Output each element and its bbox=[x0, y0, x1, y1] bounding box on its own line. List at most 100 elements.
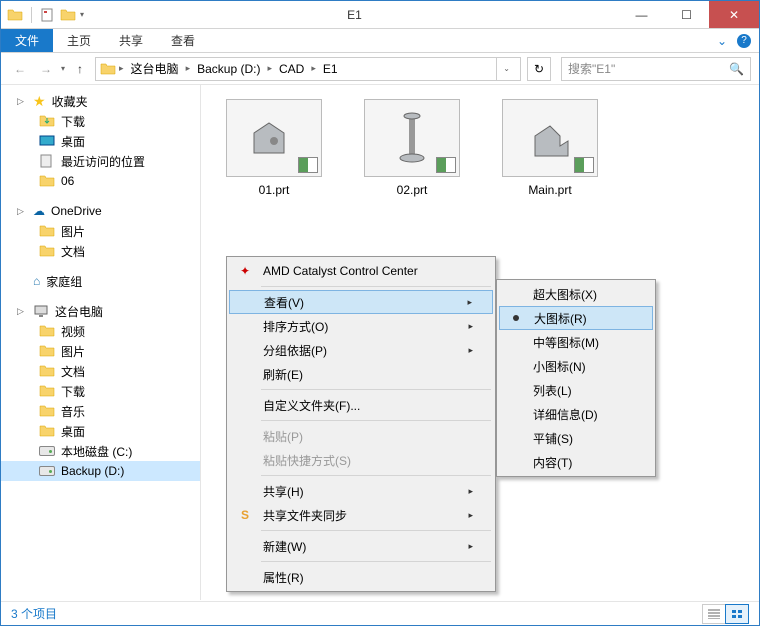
back-button[interactable]: ← bbox=[9, 58, 31, 80]
view-toggle bbox=[703, 604, 749, 624]
tab-share[interactable]: 共享 bbox=[105, 29, 157, 52]
file-grid: 01.prt 02.prt Main.prt bbox=[219, 99, 741, 197]
chevron-right-icon[interactable]: ▸ bbox=[264, 63, 275, 74]
menu-item-new[interactable]: 新建(W)▸ bbox=[229, 534, 493, 558]
breadcrumb-item[interactable]: 这台电脑 bbox=[127, 60, 183, 77]
breadcrumb[interactable]: ▸ 这台电脑 ▸ Backup (D:) ▸ CAD ▸ E1 ⌄ bbox=[95, 57, 521, 81]
file-item[interactable]: 02.prt bbox=[357, 99, 467, 197]
folder-icon bbox=[39, 243, 55, 259]
sidebar-item-videos[interactable]: 视频 bbox=[1, 321, 200, 341]
star-icon: ★ bbox=[33, 93, 46, 110]
search-placeholder: 搜索"E1" bbox=[568, 60, 615, 77]
sidebar-homegroup[interactable]: ⌂家庭组 bbox=[1, 271, 200, 291]
help-icon[interactable]: ? bbox=[737, 34, 751, 48]
sidebar-item-06[interactable]: 06 bbox=[1, 171, 200, 191]
folder-icon bbox=[100, 61, 116, 77]
search-input[interactable]: 搜索"E1" 🔍 bbox=[561, 57, 751, 81]
sidebar-item-drive-d[interactable]: Backup (D:) bbox=[1, 461, 200, 481]
chevron-right-icon[interactable]: ▸ bbox=[116, 63, 127, 74]
sidebar-onedrive[interactable]: ▷☁OneDrive bbox=[1, 201, 200, 221]
file-thumbnail bbox=[502, 99, 598, 177]
menu-item-paste: 粘贴(P) bbox=[229, 424, 493, 448]
breadcrumb-item[interactable]: Backup (D:) bbox=[193, 62, 264, 76]
sidebar-item-recent[interactable]: 最近访问的位置 bbox=[1, 151, 200, 171]
sidebar-item-music[interactable]: 音乐 bbox=[1, 401, 200, 421]
tab-view[interactable]: 查看 bbox=[157, 29, 209, 52]
qat-dropdown-icon[interactable]: ▾ bbox=[80, 10, 84, 19]
folder-icon bbox=[7, 7, 23, 23]
menu-item-sort[interactable]: 排序方式(O)▸ bbox=[229, 314, 493, 338]
file-thumbnail bbox=[364, 99, 460, 177]
submenu-item-details[interactable]: 详细信息(D) bbox=[499, 402, 653, 426]
sidebar-item-desktop[interactable]: 桌面 bbox=[1, 131, 200, 151]
chevron-right-icon[interactable]: ▸ bbox=[308, 63, 319, 74]
breadcrumb-item[interactable]: E1 bbox=[319, 62, 342, 76]
chevron-right-icon: ▸ bbox=[468, 321, 473, 332]
breadcrumb-item[interactable]: CAD bbox=[275, 62, 308, 76]
sidebar-favorites[interactable]: ▷★收藏夹 bbox=[1, 91, 200, 111]
search-icon[interactable]: 🔍 bbox=[729, 62, 744, 76]
sidebar-item-downloads2[interactable]: 下载 bbox=[1, 381, 200, 401]
computer-icon bbox=[33, 303, 49, 319]
new-folder-icon[interactable] bbox=[60, 7, 76, 23]
menu-item-view[interactable]: 查看(V)▸ bbox=[229, 290, 493, 314]
menu-item-amd[interactable]: ✦AMD Catalyst Control Center bbox=[229, 259, 493, 283]
sidebar-item-downloads[interactable]: 下载 bbox=[1, 111, 200, 131]
ribbon-tabs: 文件 主页 共享 查看 ⌄ ? bbox=[1, 29, 759, 53]
sidebar-item-documents2[interactable]: 文档 bbox=[1, 361, 200, 381]
refresh-button[interactable]: ↻ bbox=[527, 57, 551, 81]
maximize-button[interactable]: ☐ bbox=[664, 1, 709, 28]
navigation-pane: ▷★收藏夹 下载 桌面 最近访问的位置 06 ▷☁OneDrive 图片 文档 … bbox=[1, 85, 201, 600]
menu-item-share[interactable]: 共享(H)▸ bbox=[229, 479, 493, 503]
minimize-button[interactable]: — bbox=[619, 1, 664, 28]
menu-separator bbox=[261, 389, 491, 390]
folder-icon bbox=[39, 423, 55, 439]
sidebar-item-pictures[interactable]: 图片 bbox=[1, 221, 200, 241]
menu-item-group[interactable]: 分组依据(P)▸ bbox=[229, 338, 493, 362]
tab-home[interactable]: 主页 bbox=[53, 29, 105, 52]
forward-button[interactable]: → bbox=[35, 58, 57, 80]
file-thumbnail bbox=[226, 99, 322, 177]
status-text: 3 个项目 bbox=[11, 605, 703, 622]
menu-item-paste-shortcut: 粘贴快捷方式(S) bbox=[229, 448, 493, 472]
properties-icon[interactable] bbox=[40, 7, 56, 23]
chevron-right-icon[interactable]: ▸ bbox=[183, 63, 194, 74]
sidebar-item-documents[interactable]: 文档 bbox=[1, 241, 200, 261]
submenu-item-content[interactable]: 内容(T) bbox=[499, 450, 653, 474]
folder-icon bbox=[39, 403, 55, 419]
up-button[interactable]: ↑ bbox=[69, 58, 91, 80]
tab-file[interactable]: 文件 bbox=[1, 29, 53, 52]
sidebar-item-pictures2[interactable]: 图片 bbox=[1, 341, 200, 361]
submenu-item-large[interactable]: 大图标(R) bbox=[499, 306, 653, 330]
radio-selected-icon bbox=[513, 315, 519, 321]
menu-separator bbox=[261, 530, 491, 531]
file-name: 02.prt bbox=[397, 183, 428, 197]
menu-separator bbox=[261, 561, 491, 562]
sidebar-item-drive-c[interactable]: 本地磁盘 (C:) bbox=[1, 441, 200, 461]
sidebar-thispc[interactable]: ▷这台电脑 bbox=[1, 301, 200, 321]
menu-separator bbox=[261, 475, 491, 476]
sidebar-item-desktop2[interactable]: 桌面 bbox=[1, 421, 200, 441]
menu-item-sync[interactable]: S共享文件夹同步▸ bbox=[229, 503, 493, 527]
history-dropdown-icon[interactable]: ▾ bbox=[61, 64, 65, 73]
submenu-item-small[interactable]: 小图标(N) bbox=[499, 354, 653, 378]
file-item[interactable]: Main.prt bbox=[495, 99, 605, 197]
file-item[interactable]: 01.prt bbox=[219, 99, 329, 197]
chevron-right-icon: ▸ bbox=[468, 345, 473, 356]
breadcrumb-dropdown-icon[interactable]: ⌄ bbox=[496, 58, 516, 80]
titlebar: ▾ E1 — ☐ ✕ bbox=[1, 1, 759, 29]
submenu-item-list[interactable]: 列表(L) bbox=[499, 378, 653, 402]
folder-icon bbox=[39, 223, 55, 239]
ribbon-expand-icon[interactable]: ⌄ bbox=[717, 34, 727, 48]
submenu-item-tiles[interactable]: 平铺(S) bbox=[499, 426, 653, 450]
close-button[interactable]: ✕ bbox=[709, 1, 759, 28]
menu-item-refresh[interactable]: 刷新(E) bbox=[229, 362, 493, 386]
menu-item-customize[interactable]: 自定义文件夹(F)... bbox=[229, 393, 493, 417]
submenu-item-medium[interactable]: 中等图标(M) bbox=[499, 330, 653, 354]
icons-view-button[interactable] bbox=[725, 604, 749, 624]
menu-item-properties[interactable]: 属性(R) bbox=[229, 565, 493, 589]
quick-access-toolbar: ▾ bbox=[1, 7, 90, 23]
submenu-item-xlarge[interactable]: 超大图标(X) bbox=[499, 282, 653, 306]
details-view-button[interactable] bbox=[702, 604, 726, 624]
window-title: E1 bbox=[90, 8, 619, 22]
